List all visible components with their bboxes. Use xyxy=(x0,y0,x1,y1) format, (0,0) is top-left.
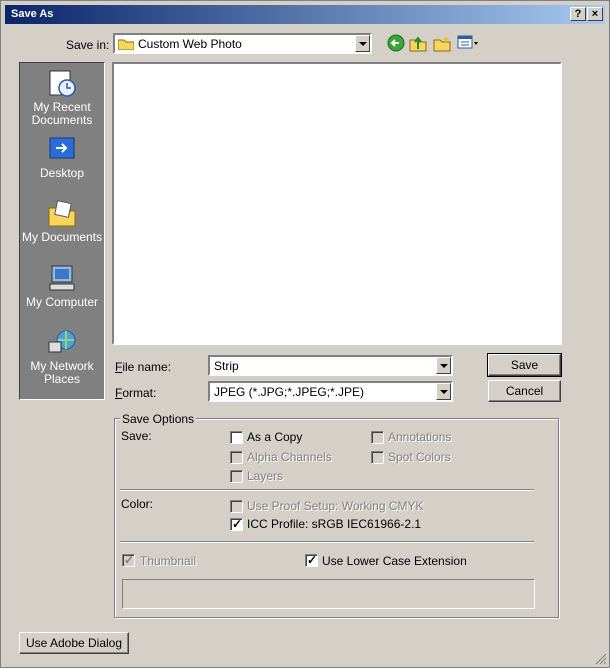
file-list[interactable] xyxy=(112,62,562,345)
place-my-recent-documents[interactable]: My Recent Documents xyxy=(20,69,104,127)
back-icon[interactable] xyxy=(387,34,405,52)
views-menu-icon[interactable] xyxy=(457,34,479,52)
layers-label: Layers xyxy=(247,469,284,483)
chevron-down-icon[interactable] xyxy=(355,35,370,52)
chevron-down-icon[interactable] xyxy=(436,383,451,400)
checkmark-icon: ✓ xyxy=(124,553,135,567)
use-proof-setup-label: Use Proof Setup: Working CMYK xyxy=(247,499,424,513)
save-as-dialog: Save As ? × Save in: Custom Web Photo My… xyxy=(0,0,610,668)
annotations-checkbox[interactable] xyxy=(371,431,384,444)
checkmark-icon: ✓ xyxy=(232,517,243,531)
new-folder-icon[interactable] xyxy=(433,34,451,52)
layers-checkbox[interactable] xyxy=(230,470,243,483)
place-my-documents[interactable]: My Documents xyxy=(20,199,104,244)
place-my-network-places[interactable]: My Network Places xyxy=(20,328,104,386)
close-button[interactable]: × xyxy=(587,7,603,21)
icc-profile-checkbox[interactable]: ✓ xyxy=(230,517,243,531)
file-name-label: File name: xyxy=(115,360,172,374)
file-name-value: Strip xyxy=(214,359,239,373)
format-dropdown[interactable]: JPEG (*.JPG;*.JPEG;*.JPE) xyxy=(208,381,453,402)
cancel-button[interactable]: Cancel xyxy=(488,380,561,402)
places-bar: My Recent Documents Desktop My Documents… xyxy=(19,62,105,400)
thumbnail-label: Thumbnail xyxy=(140,554,197,568)
as-a-copy-label: As a Copy xyxy=(247,430,303,444)
network-places-icon xyxy=(48,330,76,353)
chevron-down-icon[interactable] xyxy=(436,357,451,374)
alpha-channels-label: Alpha Channels xyxy=(247,450,332,464)
thumbnail-checkbox[interactable]: ✓ xyxy=(122,553,135,567)
format-label: Format: xyxy=(115,386,157,400)
use-adobe-dialog-button[interactable]: Use Adobe Dialog xyxy=(19,632,129,654)
place-desktop[interactable]: Desktop xyxy=(20,135,104,180)
place-label: My Network Places xyxy=(30,359,94,386)
file-name-input[interactable]: Strip xyxy=(208,355,453,376)
place-label: My Recent Documents xyxy=(31,100,93,127)
window-title: Save As xyxy=(11,8,54,20)
place-label: My Computer xyxy=(25,295,99,309)
spot-colors-checkbox[interactable] xyxy=(371,451,384,464)
my-documents-icon xyxy=(48,200,76,227)
lower-case-extension-label: Use Lower Case Extension xyxy=(322,554,467,568)
format-value: JPEG (*.JPG;*.JPEG;*.JPE) xyxy=(214,385,365,399)
my-computer-icon xyxy=(49,265,75,291)
title-bar: Save As ? × xyxy=(5,5,605,24)
place-my-computer[interactable]: My Computer xyxy=(20,264,104,309)
save-options-title: Save Options xyxy=(120,412,197,426)
checkmark-icon: ✓ xyxy=(307,553,318,567)
help-button[interactable]: ? xyxy=(570,7,586,21)
alpha-channels-checkbox[interactable] xyxy=(230,451,243,464)
warning-message-box xyxy=(122,579,535,609)
save-in-label: Save in: xyxy=(66,38,110,52)
save-label: Save: xyxy=(121,429,152,443)
folder-icon xyxy=(118,39,134,50)
save-button[interactable]: Save xyxy=(487,353,562,377)
icc-profile-label: ICC Profile: sRGB IEC61966-2.1 xyxy=(247,517,422,531)
divider xyxy=(120,489,534,491)
up-folder-icon[interactable] xyxy=(409,34,427,52)
as-a-copy-checkbox[interactable] xyxy=(230,431,243,444)
save-in-dropdown[interactable]: Custom Web Photo xyxy=(113,33,372,54)
annotations-label: Annotations xyxy=(388,430,452,444)
desktop-icon xyxy=(49,137,75,159)
lower-case-extension-checkbox[interactable]: ✓ xyxy=(305,553,318,567)
resize-grip-icon[interactable] xyxy=(595,653,607,665)
use-proof-setup-checkbox[interactable] xyxy=(230,500,243,513)
divider xyxy=(120,541,534,543)
color-label: Color: xyxy=(121,497,154,511)
spot-colors-label: Spot Colors xyxy=(388,450,451,464)
place-label: My Documents xyxy=(21,230,103,244)
place-label: Desktop xyxy=(39,166,85,180)
save-in-value: Custom Web Photo xyxy=(138,37,242,51)
recent-documents-icon xyxy=(49,70,76,97)
